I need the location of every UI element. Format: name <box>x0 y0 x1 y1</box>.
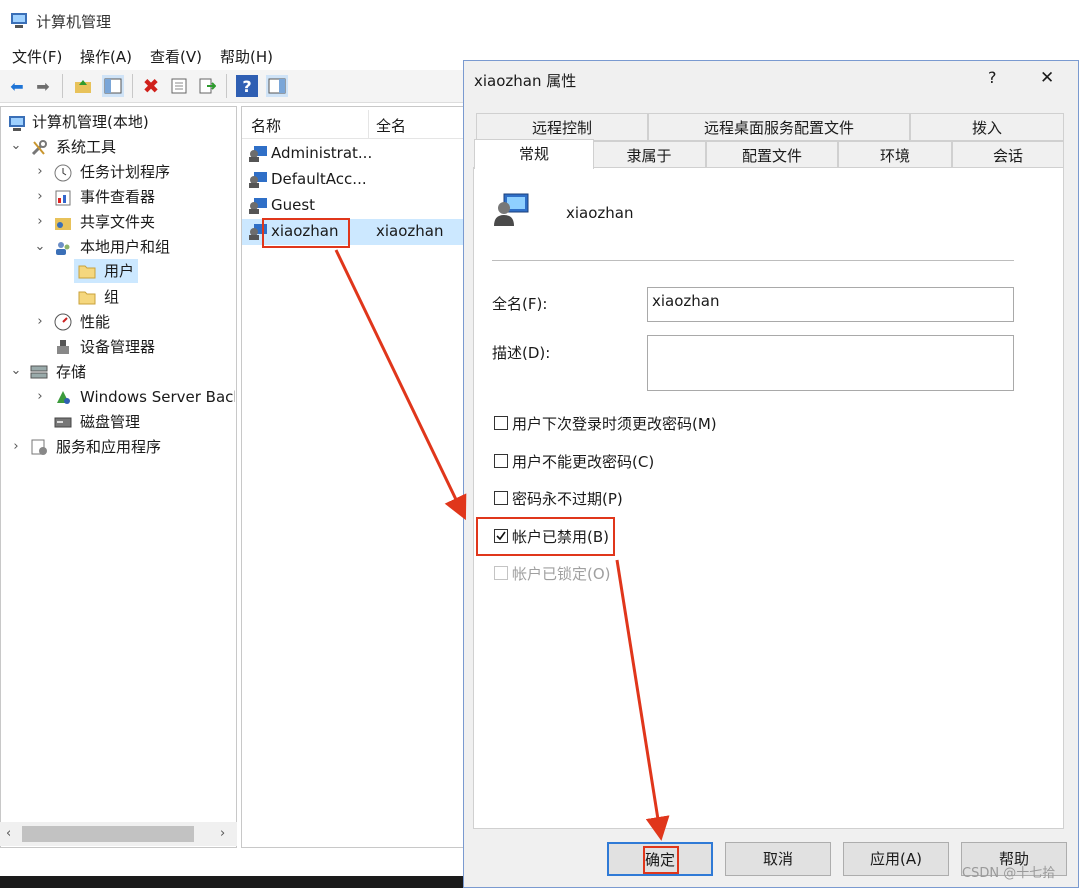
arrow-to-checkbox <box>334 249 467 521</box>
arrow-to-ok <box>615 559 670 841</box>
annotation-arrows <box>334 249 670 841</box>
